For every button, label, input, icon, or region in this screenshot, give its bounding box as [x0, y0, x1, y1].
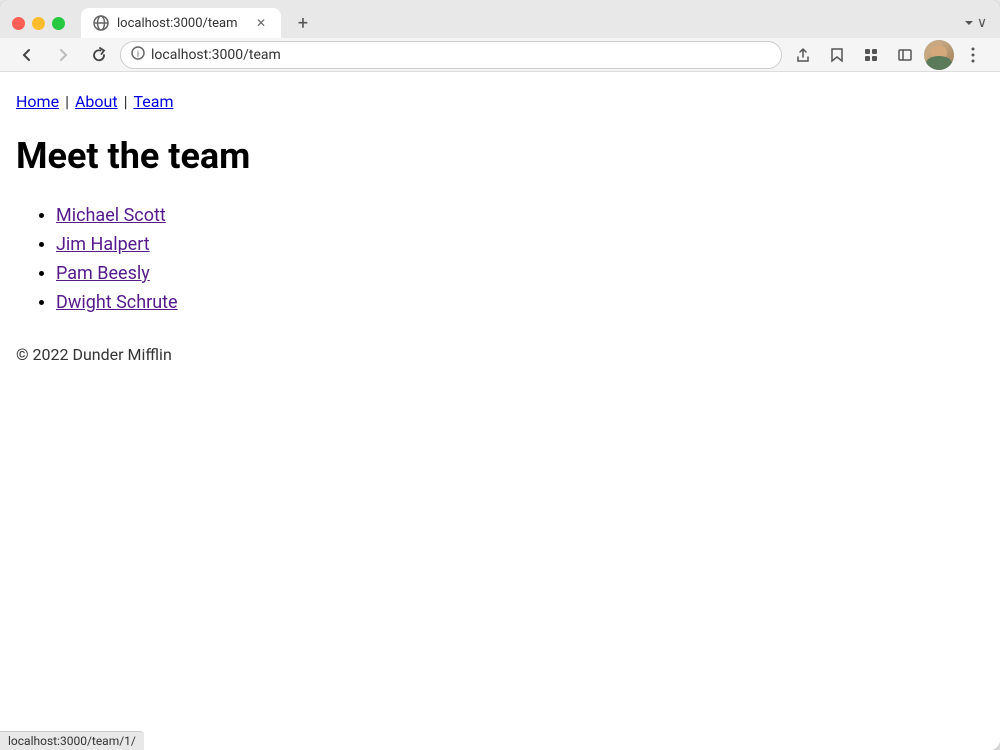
breadcrumb-team[interactable]: Team [133, 92, 173, 111]
tab-title: localhost:3000/team [117, 16, 245, 31]
address-bar[interactable]: i localhost:3000/team [120, 41, 782, 69]
status-bar: localhost:3000/team/1/ [0, 731, 144, 750]
list-item: Jim Halpert [56, 234, 984, 255]
active-tab[interactable]: localhost:3000/team ✕ [81, 8, 281, 38]
team-member-pam-beesly[interactable]: Pam Beesly [56, 263, 150, 284]
forward-button[interactable] [48, 40, 78, 70]
maximize-button[interactable] [52, 17, 65, 30]
tab-list-button[interactable]: ∨ [960, 9, 988, 37]
url-text: localhost:3000/team [151, 47, 771, 63]
team-member-jim-halpert[interactable]: Jim Halpert [56, 234, 150, 255]
breadcrumb-sep-2: | [124, 92, 128, 111]
tab-close-button[interactable]: ✕ [253, 15, 269, 31]
close-button[interactable] [12, 17, 25, 30]
footer-text: © 2022 Dunder Mifflin [16, 345, 984, 364]
back-button[interactable] [12, 40, 42, 70]
more-options-button[interactable] [958, 40, 988, 70]
browser-window: localhost:3000/team ✕ + ∨ [0, 0, 1000, 750]
globe-icon [93, 15, 109, 31]
minimize-button[interactable] [32, 17, 45, 30]
reload-button[interactable] [84, 40, 114, 70]
nav-bar: i localhost:3000/team [0, 38, 1000, 72]
status-url: localhost:3000/team/1/ [8, 734, 136, 748]
profile-button[interactable] [924, 40, 954, 70]
breadcrumb-sep-1: | [65, 92, 69, 111]
list-item: Dwight Schrute [56, 292, 984, 313]
team-member-dwight-schrute[interactable]: Dwight Schrute [56, 292, 178, 313]
new-tab-button[interactable]: + [289, 9, 317, 37]
list-item: Pam Beesly [56, 263, 984, 284]
tab-bar: localhost:3000/team ✕ + ∨ [0, 0, 1000, 38]
list-item: Michael Scott [56, 205, 984, 226]
page-title: Meet the team [16, 135, 984, 177]
team-member-michael-scott[interactable]: Michael Scott [56, 205, 166, 226]
title-bar: localhost:3000/team ✕ + ∨ [0, 0, 1000, 72]
extensions-button[interactable] [856, 40, 886, 70]
breadcrumb: Home | About | Team [16, 92, 984, 111]
breadcrumb-about[interactable]: About [75, 92, 118, 111]
nav-actions [788, 40, 988, 70]
page-content: Home | About | Team Meet the team Michae… [0, 72, 1000, 750]
security-icon: i [131, 46, 145, 64]
breadcrumb-home[interactable]: Home [16, 92, 59, 111]
share-button[interactable] [788, 40, 818, 70]
avatar [924, 40, 954, 70]
sidebar-button[interactable] [890, 40, 920, 70]
team-list: Michael Scott Jim Halpert Pam Beesly Dwi… [16, 205, 984, 313]
bookmark-button[interactable] [822, 40, 852, 70]
traffic-lights [12, 17, 65, 30]
svg-text:i: i [137, 50, 139, 60]
